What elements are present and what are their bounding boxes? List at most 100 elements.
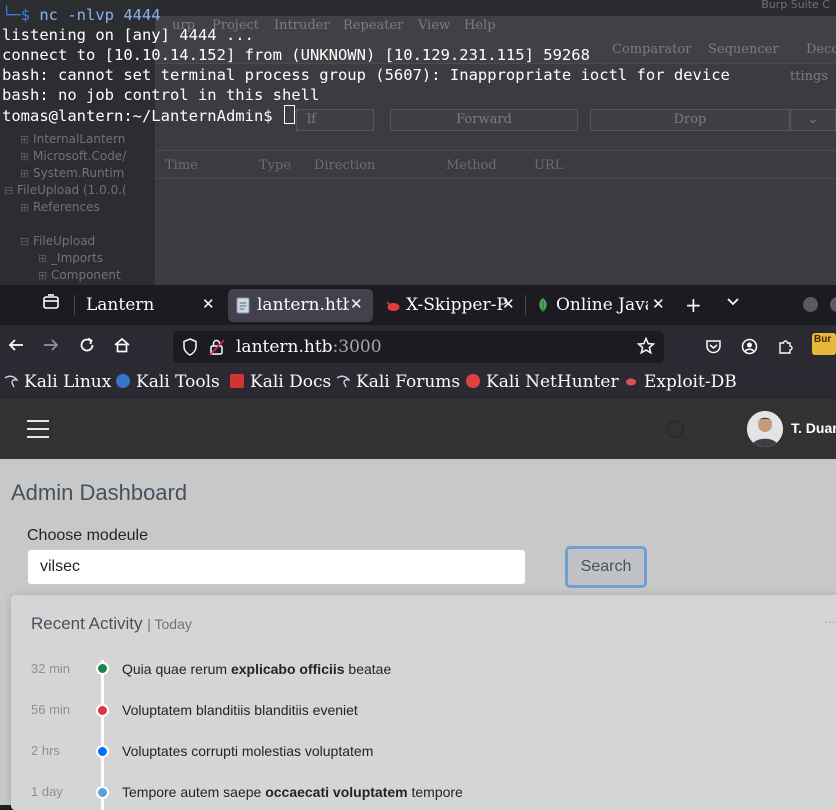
tab-label: Lantern xyxy=(86,295,155,315)
close-icon[interactable]: ✕ xyxy=(652,295,665,313)
new-tab-icon[interactable]: + xyxy=(685,293,702,317)
close-icon[interactable]: ✕ xyxy=(350,295,363,313)
bookmark-kali-nethunter[interactable]: Kali NetHunter xyxy=(466,372,619,392)
expand-icon: ⊞ xyxy=(20,167,30,180)
back-icon[interactable] xyxy=(7,336,25,359)
card-title: Recent Activity | Today xyxy=(31,614,192,634)
tab-x-skipper[interactable]: X-Skipper-P ✕ xyxy=(376,289,524,322)
activity-time: 56 min xyxy=(31,702,71,717)
terminal-line: listening on [any] 4444 ... xyxy=(2,26,254,44)
hamburger-line xyxy=(27,420,49,422)
burp-divider xyxy=(155,150,836,151)
activity-text-part: Quia quae rerum xyxy=(122,661,231,677)
bookmark-star-icon[interactable] xyxy=(636,336,656,360)
document-icon xyxy=(236,297,250,319)
tab-label: lantern.htb xyxy=(257,295,349,315)
bookmark-kali-linux[interactable]: Kali Linux xyxy=(4,372,111,392)
activity-text: Voluptatem blanditiis blanditiis eveniet xyxy=(122,702,358,718)
tree-node[interactable]: ⊟ FileUpload (1.0.0.( xyxy=(4,183,127,197)
expand-icon: ⊞ xyxy=(20,150,30,163)
bookmark-kali-forums[interactable]: Kali Forums xyxy=(336,372,460,392)
bookmark-label: Kali Tools xyxy=(136,372,220,392)
tab-lantern-htb[interactable]: lantern.htb ✕ xyxy=(228,289,373,322)
chevron-down-icon[interactable] xyxy=(725,293,741,314)
forward-icon[interactable] xyxy=(42,336,60,359)
burp-extension-icon[interactable]: Bur xyxy=(812,333,836,355)
bookmark-label: Kali NetHunter xyxy=(486,372,619,392)
more-options-icon[interactable]: ... xyxy=(824,612,835,626)
home-icon[interactable] xyxy=(113,336,131,359)
expand-icon: ⊞ xyxy=(20,201,30,214)
extensions-icon[interactable] xyxy=(777,338,794,360)
terminal-shell-prompt: tomas@lantern:~/LanternAdmin$ xyxy=(2,107,282,125)
leaf-icon xyxy=(536,297,550,318)
activity-text: Voluptates corrupti molestias voluptatem xyxy=(122,743,373,759)
tab-overview-icon[interactable] xyxy=(42,293,60,315)
burp-col-type[interactable]: Type xyxy=(259,158,291,173)
card-title-text: Recent Activity xyxy=(31,614,143,633)
tree-node-label: References xyxy=(33,200,100,214)
activity-time: 32 min xyxy=(31,661,71,676)
avatar[interactable] xyxy=(747,411,783,447)
module-label: Choose modeule xyxy=(27,527,148,544)
tab-separator xyxy=(74,295,75,315)
account-icon[interactable] xyxy=(741,338,758,360)
menu-toggle-button[interactable] xyxy=(22,417,54,443)
burp-col-url[interactable]: URL xyxy=(534,158,563,173)
user-name[interactable]: T. Duar xyxy=(791,420,836,436)
search-icon[interactable] xyxy=(664,418,690,448)
tab-label: X-Skipper-P xyxy=(406,295,508,315)
insecure-lock-icon[interactable] xyxy=(208,338,226,360)
activity-text-part: Tempore autem saepe xyxy=(122,784,266,800)
nethunter-icon xyxy=(466,374,480,388)
activity-text: Tempore autem saepe occaecati voluptatem… xyxy=(122,784,463,800)
collapse-icon: ⊟ xyxy=(4,184,14,197)
terminal-line: connect to [10.10.14.152] from (UNKNOWN)… xyxy=(2,46,590,64)
bookmark-kali-tools[interactable]: Kali Tools xyxy=(116,372,220,392)
tree-node[interactable]: ⊞ Component xyxy=(38,268,121,282)
minimize-window-icon[interactable] xyxy=(803,297,818,312)
burp-col-direction[interactable]: Direction xyxy=(314,158,375,173)
terminal-line: bash: no job control in this shell xyxy=(2,86,320,104)
tab-lantern[interactable]: Lantern ✕ xyxy=(76,289,226,322)
bookmark-kali-docs[interactable]: Kali Docs xyxy=(230,372,331,392)
terminal-cursor[interactable] xyxy=(283,105,295,124)
collapse-icon: ⊟ xyxy=(20,235,30,248)
close-icon[interactable]: ✕ xyxy=(202,295,215,313)
close-icon[interactable]: ✕ xyxy=(502,295,515,313)
tree-node-label: InternalLantern xyxy=(33,132,126,146)
tree-node-label: _Imports xyxy=(51,251,104,265)
burp-tab-decoder[interactable]: Deco xyxy=(806,42,836,57)
tree-node-label: Component xyxy=(51,268,121,282)
burp-col-time[interactable]: Time xyxy=(165,158,198,173)
tree-node[interactable]: ⊟ FileUpload xyxy=(20,234,95,248)
tree-node[interactable]: ⊞ Microsoft.Code/ xyxy=(20,149,126,163)
reload-icon[interactable] xyxy=(78,336,96,359)
bookmark-exploit-db[interactable]: Exploit-DB xyxy=(624,372,737,392)
tree-node[interactable]: ⊞ References xyxy=(20,200,100,214)
activity-text-part: Voluptatem blanditiis blanditiis eveniet xyxy=(122,702,358,718)
activity-text: Quia quae rerum explicabo officiis beata… xyxy=(122,661,391,677)
search-button[interactable]: Search xyxy=(565,546,647,588)
tree-node[interactable]: ⊞ InternalLantern xyxy=(20,132,125,146)
kali-dragon-icon xyxy=(4,373,19,388)
url-text[interactable]: lantern.htb:3000 xyxy=(236,337,382,357)
burp-col-method[interactable]: Method xyxy=(446,158,497,173)
page-title: Admin Dashboard xyxy=(11,480,188,505)
kali-docs-icon xyxy=(230,374,244,388)
shield-icon[interactable] xyxy=(182,338,198,360)
tab-online-java[interactable]: Online Java ✕ xyxy=(528,289,673,322)
kali-dragon-icon xyxy=(336,373,351,388)
pocket-icon[interactable] xyxy=(705,338,722,360)
exploit-db-icon xyxy=(624,373,638,387)
tab-separator xyxy=(525,295,526,315)
tree-node[interactable]: ⊞ _Imports xyxy=(38,251,103,265)
tree-node-label: FileUpload (1.0.0.( xyxy=(17,183,127,197)
module-input[interactable]: vilsec xyxy=(27,549,526,585)
tree-node-label: Microsoft.Code/ xyxy=(33,149,127,163)
url-port: :3000 xyxy=(332,337,382,357)
tree-node[interactable]: ⊞ System.Runtim xyxy=(20,166,124,180)
chevron-down-icon: ⌄ xyxy=(807,112,819,127)
app-header xyxy=(0,399,836,459)
kali-tools-icon xyxy=(116,374,130,388)
